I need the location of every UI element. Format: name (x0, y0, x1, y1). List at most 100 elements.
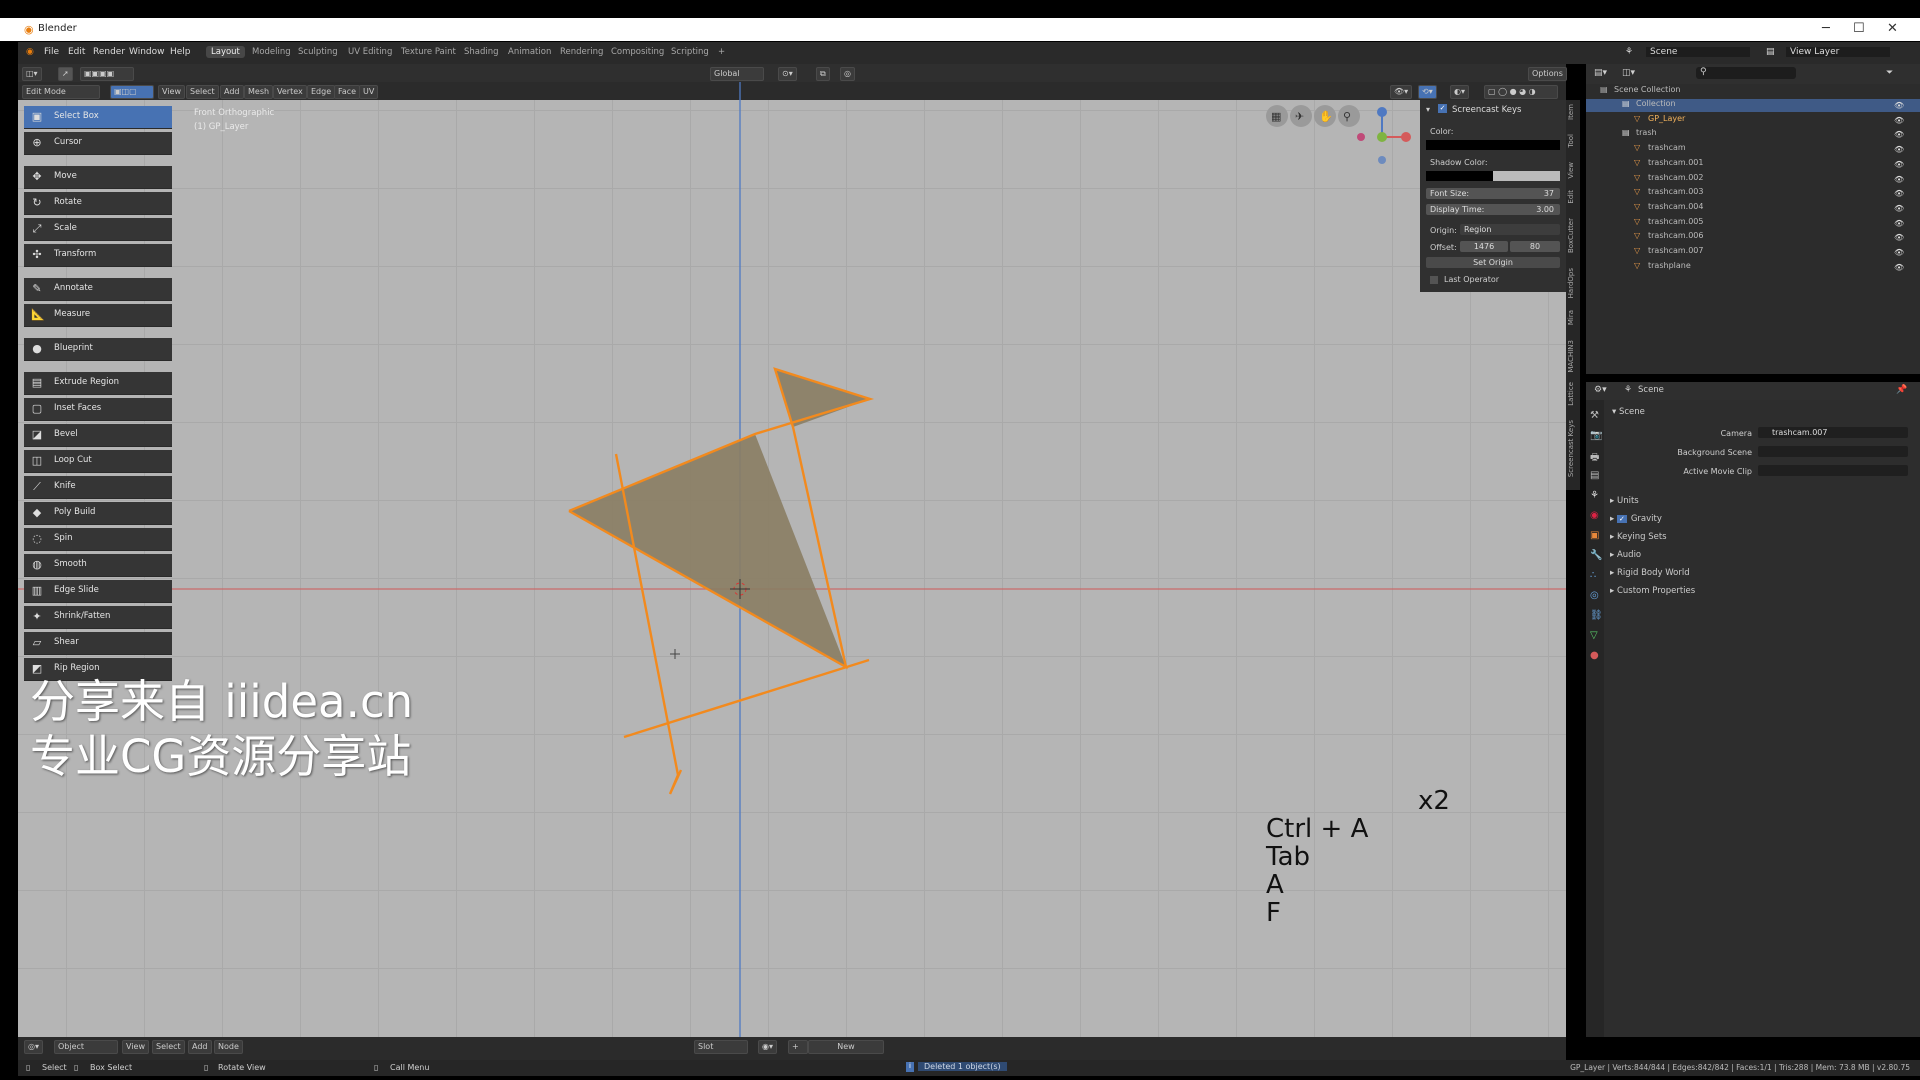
tool-select-box[interactable]: ▣ Select Box (24, 106, 172, 129)
movie-clip-field[interactable] (1758, 465, 1908, 476)
node-menu-add[interactable]: Add (188, 1040, 212, 1054)
sidebar-tab-machin3[interactable]: MACHIN3 (1567, 340, 1579, 373)
tab-compositing[interactable]: Compositing (611, 47, 664, 57)
outliner-editor-icon[interactable]: ▤▾ (1594, 68, 1607, 78)
outliner-row[interactable]: ▽ trashcam.001 👁 (1586, 158, 1920, 171)
outliner-row[interactable]: ▽ trashcam.005 👁 (1586, 217, 1920, 230)
tab-animation[interactable]: Animation (508, 47, 551, 57)
pin-icon[interactable]: 📌 (1896, 385, 1907, 395)
tool-scale[interactable]: ⤢ Scale (24, 218, 172, 241)
world-props-icon[interactable]: ◉ (1590, 510, 1599, 521)
snap-icon[interactable]: ⧉ (816, 67, 830, 81)
tool-props-icon[interactable]: ⚒ (1590, 410, 1599, 421)
visibility-eye-icon[interactable]: 👁 (1894, 130, 1904, 139)
properties-editor-icon[interactable]: ⚙▾ (1594, 385, 1607, 395)
modifier-props-icon[interactable]: 🔧 (1590, 550, 1602, 561)
outliner-row[interactable]: ▽ trashcam.003 👁 (1586, 187, 1920, 200)
object-mode-dropdown[interactable]: Object (54, 1040, 118, 1054)
panel-keying-sets[interactable]: ▸ Keying Sets (1610, 532, 1667, 542)
tool-bevel[interactable]: ◪ Bevel (24, 424, 172, 447)
outliner-row[interactable]: ▽ trashcam.007 👁 (1586, 246, 1920, 259)
tool-shear[interactable]: ▱ Shear (24, 632, 172, 655)
outliner-row[interactable]: ▽ trashcam.004 👁 (1586, 202, 1920, 215)
node-menu-select[interactable]: Select (152, 1040, 185, 1054)
blender-menu-icon[interactable]: ◉ (26, 47, 34, 57)
visibility-eye-icon[interactable]: 👁 (1894, 160, 1904, 169)
visibility-eye-icon[interactable]: 👁 (1894, 263, 1904, 272)
outliner-row[interactable]: ▽ trashcam.006 👁 (1586, 231, 1920, 244)
pivot-icon[interactable]: ⊙▾ (778, 67, 797, 81)
tab-modeling[interactable]: Modeling (252, 47, 291, 57)
menu-file[interactable]: File (44, 47, 59, 57)
enable-checkbox[interactable]: ✓ (1438, 104, 1447, 113)
search-icon[interactable]: ⚲ (1696, 67, 1796, 79)
options-dropdown[interactable]: Options (1528, 67, 1567, 81)
minimize-button[interactable]: ─ (1822, 21, 1830, 36)
tab-scripting[interactable]: Scripting (671, 47, 709, 57)
sidebar-tab-edit[interactable]: Edit (1567, 190, 1579, 204)
tool-cursor[interactable]: ⊕ Cursor (24, 132, 172, 155)
tool-move[interactable]: ✥ Move (24, 166, 172, 189)
node-menu-node[interactable]: Node (214, 1040, 243, 1054)
sidebar-tab-view[interactable]: View (1567, 162, 1579, 179)
tool-rotate[interactable]: ↻ Rotate (24, 192, 172, 215)
outliner-row-root[interactable]: ▤ Scene Collection (1586, 85, 1920, 98)
display-time-field[interactable]: Display Time: 3.00 (1426, 204, 1560, 215)
tool-annotate[interactable]: ✎ Annotate (24, 278, 172, 301)
sidebar-tab-boxcutter[interactable]: BoxCutter (1567, 218, 1579, 253)
editor-type-icon[interactable]: ◫▾ (22, 67, 42, 81)
object-props-icon[interactable]: ▣ (1590, 530, 1599, 541)
set-origin-button[interactable]: Set Origin (1426, 257, 1560, 268)
material-browse-icon[interactable]: ◉▾ (758, 1040, 777, 1054)
offset-y-field[interactable]: 80 (1510, 241, 1560, 252)
proportional-icon[interactable]: ◎ (840, 67, 855, 81)
tool-spin[interactable]: ◌ Spin (24, 528, 172, 551)
scene-props-icon[interactable]: ⚘ (1590, 490, 1599, 501)
node-editor-type-icon[interactable]: ◎▾ (24, 1040, 43, 1054)
tool-smooth[interactable]: ◍ Smooth (24, 554, 172, 577)
visibility-eye-icon[interactable]: 👁 (1894, 175, 1904, 184)
panel-custom-properties[interactable]: ▸ Custom Properties (1610, 586, 1695, 596)
physics-props-icon[interactable]: ◎ (1590, 590, 1599, 601)
menu-window[interactable]: Window (129, 47, 165, 57)
tab-shading[interactable]: Shading (464, 47, 499, 57)
panel-units[interactable]: ▸ Units (1610, 496, 1639, 506)
scene-section-header[interactable]: ▾ Scene (1612, 407, 1645, 417)
tab-texture-paint[interactable]: Texture Paint (401, 47, 456, 57)
menu-edit[interactable]: Edit (68, 47, 85, 57)
sidebar-tab-mira[interactable]: Mira (1567, 310, 1579, 325)
tool-transform[interactable]: ✣ Transform (24, 244, 172, 267)
last-operator-checkbox[interactable] (1430, 276, 1438, 284)
add-workspace-button[interactable]: + (718, 47, 725, 57)
tab-rendering[interactable]: Rendering (560, 47, 603, 57)
menu-render[interactable]: Render (93, 47, 125, 57)
tab-sculpting[interactable]: Sculpting (298, 47, 338, 57)
sidebar-tab-screencast-keys[interactable]: Screencast Keys (1567, 420, 1579, 477)
visibility-eye-icon[interactable]: 👁 (1894, 248, 1904, 257)
sidebar-tab-tool[interactable]: Tool (1567, 134, 1579, 148)
tool-extrude-region[interactable]: ▤ Extrude Region (24, 372, 172, 395)
display-mode-icon[interactable]: ◫▾ (1622, 68, 1635, 78)
visibility-eye-icon[interactable]: 👁 (1894, 233, 1904, 242)
visibility-eye-icon[interactable]: 👁 (1894, 204, 1904, 213)
slot-dropdown[interactable]: Slot (694, 1040, 748, 1054)
visibility-eye-icon[interactable]: 👁 (1894, 145, 1904, 154)
background-scene-field[interactable] (1758, 446, 1908, 457)
tool-measure[interactable]: 📐 Measure (24, 304, 172, 327)
view-layer-selector[interactable]: View Layer (1786, 47, 1890, 57)
view-layer-props-icon[interactable]: ▤ (1590, 470, 1599, 481)
origin-dropdown[interactable]: Region (1460, 224, 1560, 235)
scene-selector[interactable]: Scene (1646, 47, 1750, 57)
new-material-button[interactable]: New (808, 1040, 884, 1054)
gravity-checkbox[interactable]: ✓ (1616, 515, 1627, 523)
visibility-eye-icon[interactable]: 👁 (1894, 116, 1904, 125)
color-swatch[interactable] (1426, 140, 1560, 150)
panel-gravity[interactable]: ▸ ✓ Gravity (1610, 514, 1662, 524)
outliner-row[interactable]: ▽ GP_Layer 👁 (1586, 114, 1920, 127)
tool-poly-build[interactable]: ◆ Poly Build (24, 502, 172, 525)
data-props-icon[interactable]: ▽ (1590, 630, 1598, 641)
select-mode-icons[interactable]: ▣▣▣▣ (80, 67, 134, 81)
panel-audio[interactable]: ▸ Audio (1610, 550, 1641, 560)
navigation-gizmo[interactable]: ▦ ✈ ✋ ⚲ (1260, 100, 1420, 180)
visibility-eye-icon[interactable]: 👁 (1894, 219, 1904, 228)
